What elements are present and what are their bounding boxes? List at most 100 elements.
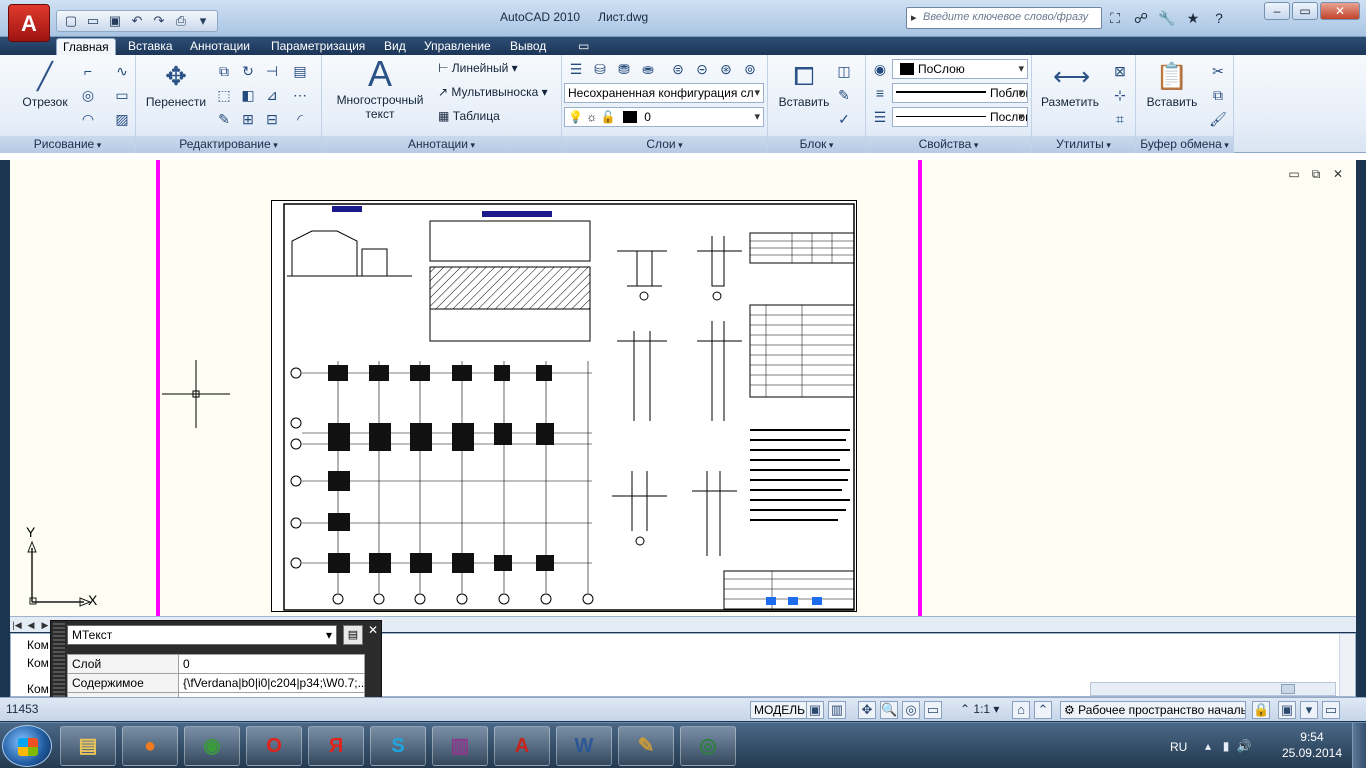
table-button[interactable]: ▦ Таблица xyxy=(438,109,500,123)
taskbar-app-explorer[interactable]: ▤ xyxy=(60,726,116,766)
undo-icon[interactable]: ↶ xyxy=(127,12,147,30)
fillet-icon[interactable]: ✎ xyxy=(214,109,234,129)
scale-icon[interactable]: ⊞ xyxy=(238,109,258,129)
panel-draw-title[interactable]: Рисование xyxy=(0,136,135,153)
layer-state-icon[interactable]: ⛁ xyxy=(590,59,610,79)
wrench-icon[interactable]: 🔧 xyxy=(1156,8,1178,28)
layer-properties-icon[interactable]: ☰ xyxy=(566,59,586,79)
move-button[interactable]: ✥ Перенести xyxy=(140,59,212,109)
erase-icon[interactable]: ▤ xyxy=(290,61,310,81)
command-prompt[interactable]: Ком xyxy=(27,682,49,696)
showmotion-icon[interactable]: ▭ xyxy=(924,701,942,719)
new-file-icon[interactable]: ▢ xyxy=(61,12,81,30)
zoom-icon[interactable]: 🔍 xyxy=(880,701,898,719)
panel-modify-title[interactable]: Редактирование xyxy=(136,136,321,153)
multileader-button[interactable]: ↗ Мультивыноска ▾ xyxy=(438,85,548,99)
quick-select-icon[interactable]: ⊠ xyxy=(1110,61,1130,81)
property-value[interactable]: 0 xyxy=(178,654,365,674)
mtext-button[interactable]: A Многострочный текст xyxy=(328,56,432,122)
tab-parametric[interactable]: Параметризация xyxy=(265,38,371,55)
mirror-icon[interactable]: ◧ xyxy=(238,85,258,105)
scroll-thumb[interactable] xyxy=(1281,684,1295,694)
tab-home[interactable]: Главная xyxy=(56,38,116,55)
command-scrollbar[interactable] xyxy=(1339,634,1355,696)
drawing-sheet[interactable] xyxy=(271,200,857,612)
model-toggle[interactable]: МОДЕЛЬ xyxy=(750,701,809,719)
application-menu-button[interactable]: A xyxy=(8,4,50,42)
help-icon[interactable]: ? xyxy=(1208,8,1230,28)
arc-icon[interactable]: ◠ xyxy=(78,109,98,129)
match-prop-icon[interactable]: 🖌 xyxy=(1208,109,1228,129)
customize-icon[interactable]: ▤ xyxy=(343,625,363,645)
clock[interactable]: 9:54 25.09.2014 xyxy=(1282,729,1342,761)
autoscale-icon[interactable]: ⌃ xyxy=(1034,701,1052,719)
attributes-icon[interactable]: ✓ xyxy=(834,109,854,129)
tab-output[interactable]: Вывод xyxy=(504,38,552,55)
cut-icon[interactable]: ✂ xyxy=(1208,61,1228,81)
hardware-accel-icon[interactable]: ▣ xyxy=(1278,701,1296,719)
layout-icon[interactable]: ▣ xyxy=(806,701,824,719)
binoculars-icon[interactable]: ⛶ xyxy=(1104,8,1126,28)
first-layout-icon[interactable]: |◀ xyxy=(10,620,24,631)
taskbar-app-opera[interactable]: O xyxy=(246,726,302,766)
layer-isolate-icon[interactable]: ⛃ xyxy=(614,59,634,79)
print-icon[interactable]: ⎙ xyxy=(171,12,191,30)
linetype-dropdown[interactable]: Поблоку xyxy=(892,83,1028,103)
minimize-button[interactable]: – xyxy=(1264,2,1290,20)
open-file-icon[interactable]: ▭ xyxy=(83,12,103,30)
viewport-minimize-icon[interactable]: ▭ xyxy=(1286,168,1302,182)
panel-block-title[interactable]: Блок xyxy=(768,136,865,153)
network-icon[interactable]: ▮ xyxy=(1218,738,1234,754)
rotate-icon[interactable]: ↻ xyxy=(238,61,258,81)
ribbon-minimize-icon[interactable]: ▭ xyxy=(572,38,595,55)
line-button[interactable]: ╱ Отрезок xyxy=(14,59,76,109)
color-dropdown[interactable]: ПоСлою xyxy=(892,59,1028,79)
taskbar-app-firefox[interactable]: ● xyxy=(122,726,178,766)
show-desktop-button[interactable] xyxy=(1352,723,1366,768)
taskbar-app-media[interactable]: ◎ xyxy=(680,726,736,766)
layer-state-dropdown[interactable]: Несохраненная конфигурация сл xyxy=(564,83,764,103)
select-all-icon[interactable]: ⊹ xyxy=(1110,85,1130,105)
paste-button[interactable]: 📋 Вставить xyxy=(1140,59,1204,109)
tab-manage[interactable]: Управление xyxy=(418,38,497,55)
language-indicator[interactable]: RU xyxy=(1170,740,1187,754)
taskbar-app-paint[interactable]: ✎ xyxy=(618,726,674,766)
object-type-dropdown[interactable]: МТекст xyxy=(67,625,337,645)
annotation-visibility-icon[interactable]: ⌂ xyxy=(1012,701,1030,719)
offset-icon[interactable]: ◜ xyxy=(290,109,310,129)
polyline-icon[interactable]: ⌐ xyxy=(78,61,98,81)
current-layer-dropdown[interactable]: 💡 ☼ 🔓 0 xyxy=(564,107,764,127)
layout2-icon[interactable]: ▥ xyxy=(828,701,846,719)
lock-icon[interactable]: 🔒 xyxy=(1252,701,1270,719)
match-properties-icon[interactable]: ◉ xyxy=(870,59,890,79)
taskbar-app-chrome[interactable]: ◉ xyxy=(184,726,240,766)
taskbar-app-winrar[interactable]: ▥ xyxy=(432,726,488,766)
taskbar-app-yandex[interactable]: Я xyxy=(308,726,364,766)
clean-screen-icon[interactable]: ▭ xyxy=(1322,701,1340,719)
taskbar-app-autocad[interactable]: A xyxy=(494,726,550,766)
workspace-switch[interactable]: ⚙ Рабочее пространство начальн xyxy=(1060,701,1246,719)
lineweight-dropdown[interactable]: Послою xyxy=(892,107,1028,127)
prev-layout-icon[interactable]: ◀ xyxy=(24,620,38,631)
start-button[interactable] xyxy=(2,725,52,767)
panel-clipboard-title[interactable]: Буфер обмена xyxy=(1136,136,1233,153)
copy-icon[interactable]: ⧉ xyxy=(214,61,234,81)
layer-match-icon[interactable]: ⊚ xyxy=(740,59,760,79)
mirror2-icon[interactable]: ⊿ xyxy=(262,85,282,105)
layer-lock-icon[interactable]: ⊛ xyxy=(716,59,736,79)
search-input[interactable]: Введите ключевое слово/фразу xyxy=(906,7,1102,29)
spline-icon[interactable]: ∿ xyxy=(112,61,132,81)
panel-properties-title[interactable]: Свойства xyxy=(866,136,1031,153)
measure-button[interactable]: ⟷ Разметить xyxy=(1036,59,1104,109)
horizontal-scrollbar[interactable] xyxy=(1090,682,1336,696)
close-button[interactable]: ✕ xyxy=(1320,2,1360,20)
insert-block-button[interactable]: ⧠ Вставить xyxy=(772,59,836,109)
trim-icon[interactable]: ⊣ xyxy=(262,61,282,81)
create-block-icon[interactable]: ◫ xyxy=(834,61,854,81)
tray-expand-icon[interactable]: ▴ xyxy=(1200,738,1216,754)
steering-wheel-icon[interactable]: ◎ xyxy=(902,701,920,719)
panel-annotation-title[interactable]: Аннотации xyxy=(322,136,561,153)
linear-dimension-button[interactable]: ⊢ Линейный ▾ xyxy=(438,61,518,75)
panel-layers-title[interactable]: Слои xyxy=(562,136,767,153)
taskbar-app-word[interactable]: W xyxy=(556,726,612,766)
